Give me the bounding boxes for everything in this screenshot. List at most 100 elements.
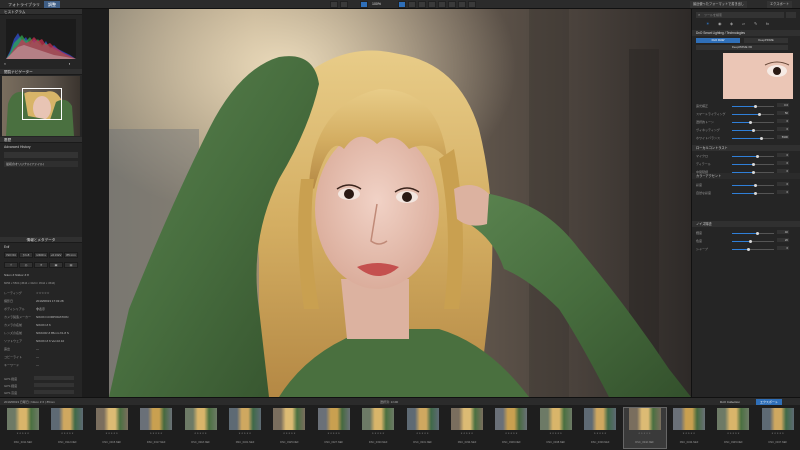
slider-value-field[interactable]: 0: [777, 182, 789, 186]
rating-stars[interactable]: ★★★★★: [224, 432, 266, 435]
shadow-clip-icon[interactable]: ◐: [4, 61, 6, 66]
rating-stars[interactable]: ★★★★★: [46, 432, 88, 435]
tab-photo-library[interactable]: フォトライブラリ: [4, 1, 44, 8]
navigator-header[interactable]: 閲覧ナビゲーター: [0, 69, 82, 75]
filmstrip-thumbnail[interactable]: ★★★★★ DSC_0347.NEF: [757, 408, 799, 448]
history-search-field[interactable]: [4, 152, 78, 158]
filmstrip-thumbnail[interactable]: ★★★★★ DSC_0338.NEF: [535, 408, 577, 448]
metadata-value[interactable]: NIKON Z 6: [36, 323, 51, 327]
filmstrip-thumbnail[interactable]: ★★★★★ DSC_0339.NEF: [579, 408, 621, 448]
eyedropper-button[interactable]: [448, 1, 456, 8]
slider-track[interactable]: [732, 163, 774, 166]
slider-handle[interactable]: [753, 184, 757, 187]
filmstrip-thumbnail[interactable]: ★★★★★ DSC_0345.NEF: [712, 408, 754, 448]
module-header[interactable]: DxO Smart Lighting / Technologies: [692, 30, 800, 36]
rating-stars[interactable]: ★★★★★: [579, 432, 621, 435]
metadata-value[interactable]: —: [36, 347, 39, 351]
fx-tab-icon[interactable]: fx: [766, 21, 769, 26]
rating-stars[interactable]: ★★★★★: [2, 432, 44, 435]
deepprime-xd-button[interactable]: DeepPRIME XD: [696, 45, 788, 50]
rating-stars[interactable]: ★★★★★: [135, 432, 177, 435]
slider-handle[interactable]: [753, 105, 757, 108]
repair-tool-button[interactable]: [428, 1, 436, 8]
rating-stars[interactable]: ★★★★★: [402, 432, 444, 435]
filmstrip-thumbnail[interactable]: ★★★★★ DSC_0312.NEF: [46, 408, 88, 448]
filmstrip-thumbnail[interactable]: ★★★★★ DSC_0344.NEF: [668, 408, 710, 448]
slider-track[interactable]: [732, 171, 774, 174]
slider-track[interactable]: [732, 192, 774, 195]
left-panel-collapse-strip[interactable]: [82, 9, 109, 397]
filmstrip-thumbnail[interactable]: ★★★★★ DSC_0336.NEF: [490, 408, 532, 448]
watermark-tab-icon[interactable]: ✎: [754, 21, 757, 26]
history-header[interactable]: 履歴: [0, 137, 82, 143]
slider-track[interactable]: [732, 248, 774, 251]
slider-track[interactable]: [732, 137, 774, 140]
metadata-value[interactable]: 非表示: [36, 307, 45, 311]
filmstrip-thumbnail[interactable]: ★★★★★ DSC_0315.NEF: [91, 408, 133, 448]
metadata-value[interactable]: NIKKOR Z 85mm f/1.8 S: [36, 331, 69, 335]
filmstrip-thumbnail[interactable]: ★★★★★ DSC_0321.NEF: [224, 408, 266, 448]
red-eye-button[interactable]: [458, 1, 466, 8]
light-tab-icon[interactable]: ☀: [706, 21, 710, 26]
slider-handle[interactable]: [757, 113, 761, 116]
metadata-value[interactable]: NIKON CORPORATION: [36, 315, 68, 319]
noise-preview-loupe[interactable]: [723, 53, 793, 99]
rating-stars[interactable]: ★★★★★: [624, 432, 666, 435]
rating-stars[interactable]: ★★★★★: [357, 432, 399, 435]
gps-lon-field[interactable]: [34, 383, 74, 387]
slider-value-field[interactable]: 0: [777, 190, 789, 194]
slider-value-field[interactable]: 0.0: [777, 103, 789, 107]
metadata-value[interactable]: —: [36, 355, 39, 359]
rating-stars[interactable]: ★★★★★: [712, 432, 754, 435]
navigator-viewport-frame[interactable]: [22, 88, 62, 120]
perspective-tool-button[interactable]: [418, 1, 426, 8]
slider-value-field[interactable]: 0: [777, 119, 789, 123]
slider-handle[interactable]: [755, 155, 759, 158]
slider-handle[interactable]: [751, 171, 755, 174]
slider-value-field[interactable]: 0: [777, 169, 789, 173]
slider-track[interactable]: [732, 184, 774, 187]
filmstrip-thumbnail[interactable]: ★★★★★ DSC_0311.NEF: [2, 408, 44, 448]
slider-track[interactable]: [732, 105, 774, 108]
filmstrip-thumbnail[interactable]: ★★★★★ DSC_0334.NEF: [446, 408, 488, 448]
slider-track[interactable]: [732, 155, 774, 158]
rating-stars[interactable]: ★★★★★: [91, 432, 133, 435]
slider-handle[interactable]: [755, 232, 759, 235]
metadata-value[interactable]: ☆☆☆☆☆: [36, 291, 49, 295]
crop-tool-button[interactable]: [398, 1, 406, 8]
filmstrip-thumbnail[interactable]: ★★★★★ DSC_0318.NEF: [180, 408, 222, 448]
slider-track[interactable]: [732, 240, 774, 243]
info-metadata-header[interactable]: 情報とメタデータ: [0, 237, 82, 243]
slider-handle[interactable]: [759, 137, 763, 140]
export-recent-button[interactable]: 最近使ったフォーマットで書き出し: [690, 1, 747, 8]
slider-handle[interactable]: [751, 129, 755, 132]
detail-tab-icon[interactable]: ◈: [730, 21, 733, 26]
color-tab-icon[interactable]: ◉: [718, 21, 722, 26]
navigator-thumbnail[interactable]: [2, 76, 80, 136]
export-button-top[interactable]: エクスポート: [767, 1, 793, 8]
zoom-level[interactable]: 100%: [372, 1, 381, 8]
tool-search-input[interactable]: ツールを検索: [696, 12, 784, 18]
before-after-button[interactable]: [340, 1, 348, 8]
dxo-raw-button[interactable]: DxO RAW: [696, 38, 740, 43]
slider-track[interactable]: [732, 232, 774, 235]
metadata-value[interactable]: NIKON Z 6 Ver.02.10: [36, 339, 64, 343]
filmstrip-thumbnail[interactable]: ★★★★★ DSC_0330.NEF: [357, 408, 399, 448]
rating-stars[interactable]: ★★★★★: [668, 432, 710, 435]
mask-button[interactable]: [468, 1, 476, 8]
slider-value-field[interactable]: 40: [777, 230, 789, 234]
compare-button[interactable]: [330, 1, 338, 8]
tab-customize[interactable]: 調整: [44, 1, 60, 8]
horizon-tool-button[interactable]: [408, 1, 416, 8]
rating-stars[interactable]: ★★★★★: [446, 432, 488, 435]
highlight-clip-icon[interactable]: ◑: [68, 61, 70, 66]
slider-handle[interactable]: [751, 163, 755, 166]
slider-handle[interactable]: [753, 192, 757, 195]
denoise-header[interactable]: ノイズ除去: [692, 221, 800, 227]
view-mode-button[interactable]: [360, 1, 368, 8]
metadata-value[interactable]: 2019/08/23 17:03:28: [36, 299, 64, 303]
slider-value-field[interactable]: 0: [777, 246, 789, 250]
slider-value-field[interactable]: 50: [777, 111, 789, 115]
rating-stars[interactable]: ★★★★★: [313, 432, 355, 435]
filmstrip-thumbnail[interactable]: ★★★★★ DSC_0331.NEF: [402, 408, 444, 448]
